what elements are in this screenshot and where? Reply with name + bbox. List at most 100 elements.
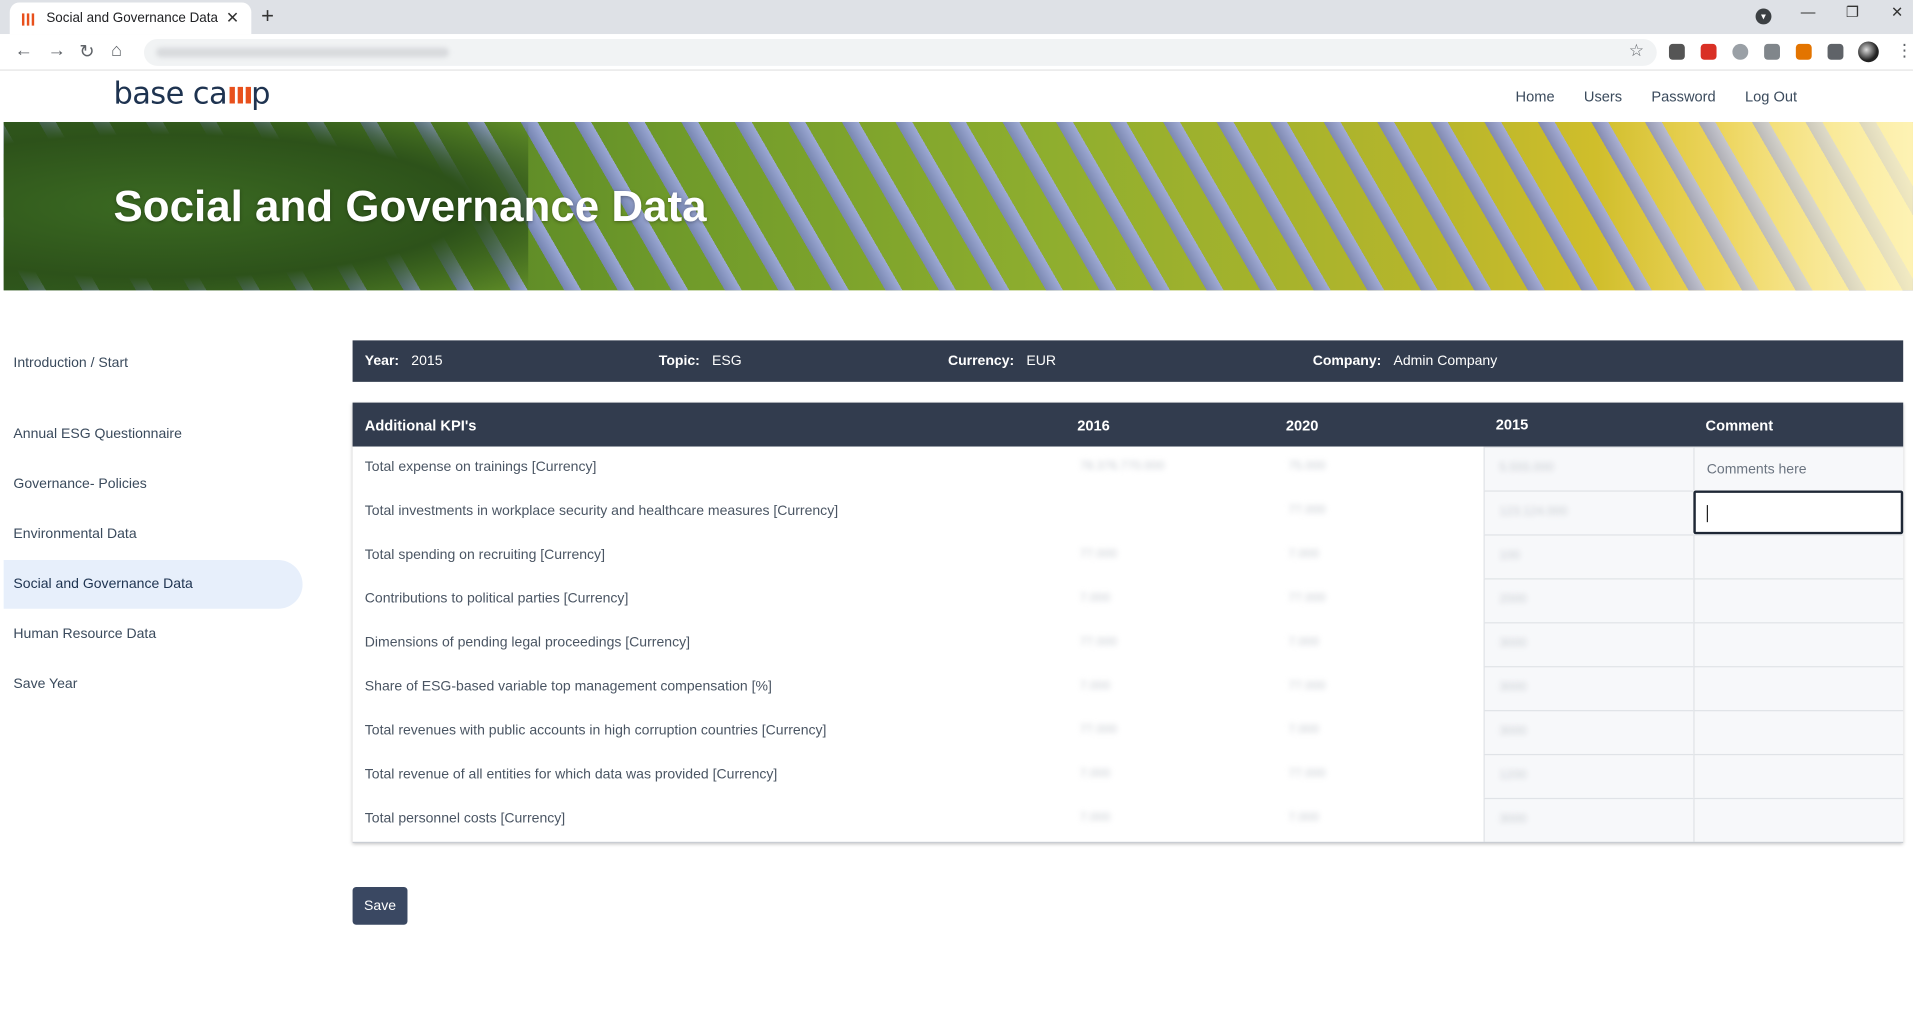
table-row: Contributions to political parties [Curr… xyxy=(353,578,1904,623)
basecamp-logo[interactable]: base caıııp xyxy=(113,76,270,111)
topic-value: ESG xyxy=(712,353,742,369)
value-2020: 7.000 xyxy=(1288,723,1319,737)
window-close-icon[interactable]: ✕ xyxy=(1891,4,1903,21)
value-2015-input[interactable]: 1200 xyxy=(1483,753,1694,798)
value-2020: 77.000 xyxy=(1288,503,1326,518)
kpi-label: Total investments in workplace security … xyxy=(364,503,839,519)
extensions-puzzle-icon[interactable] xyxy=(1827,43,1844,60)
year-value: 2015 xyxy=(411,353,443,369)
table-row: Dimensions of pending legal proceedings … xyxy=(353,622,1904,667)
col-header-2015: 2015 xyxy=(1495,416,1529,434)
extension-1-icon[interactable] xyxy=(1668,43,1685,60)
sidebar-item-environmental[interactable]: Environmental Data xyxy=(4,510,303,559)
kpi-label: Contributions to political parties [Curr… xyxy=(364,591,629,607)
restore-icon[interactable]: ❐ xyxy=(1846,4,1859,21)
sidebar-item-annual-esg[interactable]: Annual ESG Questionnaire xyxy=(4,410,303,459)
value-2015: 123.124.000 xyxy=(1499,505,1568,519)
comment-cell[interactable] xyxy=(1693,446,1904,491)
browser-menu-icon[interactable]: ⋮ xyxy=(1896,40,1913,61)
pdf-extension-icon[interactable] xyxy=(1700,43,1717,60)
table-row: Total revenue of all entities for which … xyxy=(353,753,1904,798)
value-2015: 3000 xyxy=(1499,724,1527,739)
currency-value: EUR xyxy=(1026,353,1057,369)
value-2015-input[interactable]: 5.555.000 xyxy=(1483,446,1694,491)
forward-icon[interactable]: → xyxy=(48,40,66,61)
minimize-icon[interactable]: — xyxy=(1801,4,1816,21)
comment-input[interactable] xyxy=(1694,711,1904,754)
value-2015-input[interactable]: 123.124.000 xyxy=(1483,490,1694,535)
home-icon[interactable]: ⌂ xyxy=(111,40,122,61)
table-row: Total personnel costs [Currency] 7.000 7.0… xyxy=(353,797,1904,842)
table-row: Total revenues with public accounts in h… xyxy=(353,710,1904,754)
address-bar[interactable] xyxy=(143,39,1657,66)
browser-toolbar: ← → ↻ ⌂ ☆ ⋮ xyxy=(0,34,1913,71)
nav-users[interactable]: Users xyxy=(1584,88,1622,105)
kpi-label: Total expense on trainings [Currency] xyxy=(364,459,597,475)
sidebar-item-governance[interactable]: Governance- Policies xyxy=(4,460,303,509)
table-row: Total expense on trainings [Currency] 78.… xyxy=(353,446,1904,491)
save-button[interactable]: Save xyxy=(352,886,408,925)
comment-input[interactable] xyxy=(1694,623,1904,667)
comment-cell[interactable] xyxy=(1693,490,1904,535)
value-2015: 1200 xyxy=(1499,768,1527,783)
table-row: Total investments in workplace security … xyxy=(353,490,1904,535)
new-tab-icon[interactable]: + xyxy=(261,4,274,30)
col-header-comment: Comment xyxy=(1705,417,1774,435)
value-2016: 7.000 xyxy=(1079,679,1111,693)
sidebar-item-introduction[interactable]: Introduction / Start xyxy=(4,339,303,388)
comment-input[interactable] xyxy=(1695,492,1901,532)
topic-info: Topic: ESG xyxy=(658,353,742,369)
browser-tab[interactable]: Social and Governance Data ✕ xyxy=(9,2,252,35)
value-2016: 78.376.770.000 xyxy=(1079,459,1165,474)
value-2016: 7.000 xyxy=(1079,767,1111,781)
sidebar-item-save-year[interactable]: Save Year xyxy=(4,660,303,709)
nav-logout[interactable]: Log Out xyxy=(1745,88,1797,105)
page-title: Social and Governance Data xyxy=(113,180,707,231)
value-2015-input[interactable]: 3000 xyxy=(1483,666,1694,711)
table-row: Share of ESG-based variable top manageme… xyxy=(353,666,1904,711)
comment-input[interactable] xyxy=(1694,799,1904,842)
extension-3-icon[interactable] xyxy=(1732,43,1749,60)
back-icon[interactable]: ← xyxy=(15,40,33,61)
comment-cell[interactable] xyxy=(1693,710,1904,754)
tab-close-icon[interactable]: ✕ xyxy=(226,9,239,29)
comment-input[interactable] xyxy=(1694,755,1904,798)
profile-menu-icon[interactable]: ▾ xyxy=(1755,8,1772,25)
user-avatar[interactable] xyxy=(1858,41,1879,63)
value-2015-input[interactable]: 3000 xyxy=(1483,797,1694,842)
comment-cell[interactable] xyxy=(1693,666,1904,711)
comment-input[interactable] xyxy=(1694,535,1904,579)
nav-password[interactable]: Password xyxy=(1651,88,1715,105)
comment-input[interactable] xyxy=(1694,447,1904,491)
col-header-2020: 2020 xyxy=(1285,417,1319,435)
sidebar-item-social-governance[interactable]: Social and Governance Data xyxy=(3,559,303,609)
value-2016: 77.000 xyxy=(1079,547,1118,562)
value-2015-input[interactable]: 3000 xyxy=(1483,710,1694,754)
comment-input[interactable] xyxy=(1694,667,1904,711)
value-2015: 2000 xyxy=(1499,592,1527,607)
col-header-kpi: Additional KPI's xyxy=(364,417,477,435)
kpi-table: Additional KPI's 2016 2020 2015 Comment … xyxy=(352,402,1904,844)
comment-cell[interactable] xyxy=(1693,622,1904,667)
value-2016: 77.000 xyxy=(1079,635,1118,650)
extension-4-icon[interactable] xyxy=(1764,43,1780,60)
nav-home[interactable]: Home xyxy=(1516,88,1555,105)
hero-banner: Social and Governance Data xyxy=(3,122,1913,291)
comment-cell[interactable] xyxy=(1693,753,1904,798)
sidebar-item-human-resource[interactable]: Human Resource Data xyxy=(4,610,303,659)
value-2015: 3000 xyxy=(1499,636,1527,651)
value-2015-input[interactable]: 3000 xyxy=(1483,622,1694,667)
value-2020: 75.000 xyxy=(1288,459,1326,474)
comment-cell[interactable] xyxy=(1693,578,1904,623)
extension-5-icon[interactable] xyxy=(1795,43,1812,60)
value-2015-input[interactable]: 100 xyxy=(1483,534,1694,579)
company-value: Admin Company xyxy=(1393,353,1498,369)
value-2015-input[interactable]: 2000 xyxy=(1483,578,1694,623)
comment-input[interactable] xyxy=(1694,579,1904,623)
bookmark-star-icon[interactable]: ☆ xyxy=(1629,40,1644,61)
text-caret xyxy=(1706,505,1708,523)
reload-icon[interactable]: ↻ xyxy=(79,40,94,62)
comment-cell[interactable] xyxy=(1693,534,1904,579)
context-info-bar: Year: 2015 Topic: ESG Currency: EUR Company… xyxy=(352,340,1904,382)
comment-cell[interactable] xyxy=(1693,797,1904,842)
